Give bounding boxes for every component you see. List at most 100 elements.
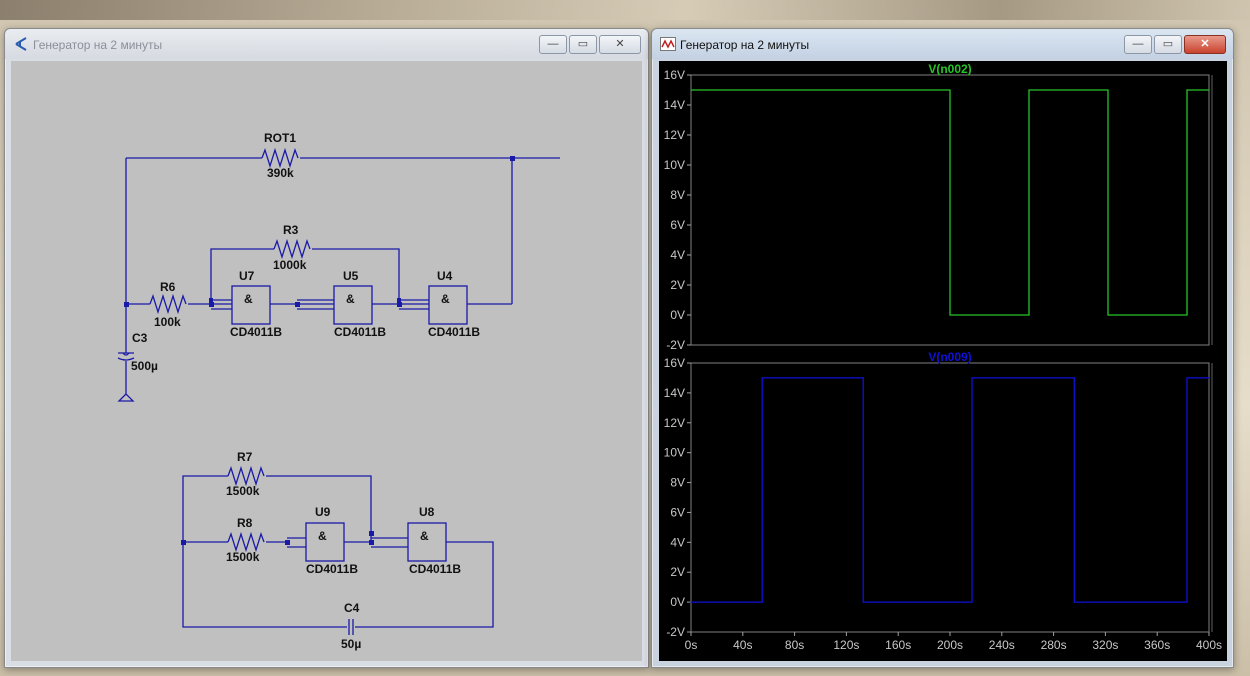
u4-label: U4 [437,269,453,283]
x-tick-label: 200s [937,638,963,652]
data-point [1028,314,1030,316]
r3-label: R3 [283,223,299,237]
x-tick-label: 160s [885,638,911,652]
schematic-app-icon [15,37,27,51]
y-tick-label: 12V [664,128,685,142]
y-tick-label: 16V [664,356,685,370]
waveform-window-title: Генератор на 2 минуты [680,38,810,52]
x-tick-label: 280s [1041,638,1067,652]
waveform-app-icon [660,37,676,51]
u5-gate-symbol: & [346,292,355,306]
rot1-label: ROT1 [264,131,296,145]
x-tick-label: 0s [685,638,698,652]
x-tick-label: 120s [833,638,859,652]
data-point [862,601,864,603]
y-tick-label: 8V [670,188,685,202]
r7-resistor[interactable] [227,465,265,487]
plot-frame [690,362,1210,633]
waveform-minimize-button[interactable]: — [1124,35,1152,54]
waveform-plot-area[interactable]: 16V 14V 12V 10V 8V 6V 4V 2V 0V -2V V(n002) 16V 14V 12… [659,61,1227,661]
schematic-maximize-button[interactable]: ▭ [569,35,597,54]
series-line [691,89,1209,316]
r3-value: 1000k [273,258,307,272]
y-tick-label: 8V [670,476,685,490]
trace-title: V(n002) [928,62,971,76]
schematic-drawing[interactable]: ROT1 390k R3 1000k R6 100k C3 500µ U7 CD… [11,61,642,661]
data-point [1073,377,1075,379]
data-point [971,601,973,603]
y-tick-label: 10V [664,446,685,460]
u8-gate-symbol: & [420,529,429,543]
data-point [690,601,692,603]
schematic-close-button[interactable]: ✕ [599,35,641,54]
data-point [690,89,692,91]
data-point [1186,601,1188,603]
y-tick-label: 6V [670,218,685,232]
wires [117,157,560,628]
x-tick-label: 240s [989,638,1015,652]
pane-1: 16V 14V 12V 10V 8V 6V 4V 2V 0V -2V V(n002) [664,62,1213,352]
waveform-maximize-button[interactable]: ▭ [1154,35,1182,54]
r3-resistor[interactable] [273,238,311,260]
u4-type: CD4011B [428,325,480,339]
y-tick-label: 6V [670,505,685,519]
u7-type: CD4011B [230,325,282,339]
schematic-minimize-button[interactable]: — [539,35,567,54]
data-point [761,601,763,603]
y-tick-label: 4V [670,248,685,262]
r7-value: 1500k [226,484,260,498]
y-tick-label: 2V [670,278,685,292]
c4-label: C4 [344,601,360,615]
y-tick-label: 10V [664,158,685,172]
data-point [1208,377,1210,379]
schematic-window-title: Генератор на 2 минуты [33,38,163,52]
data-point [1107,314,1109,316]
waveform-chart[interactable]: 16V 14V 12V 10V 8V 6V 4V 2V 0V -2V V(n002) 16V 14V 12… [659,61,1227,661]
x-tick-label: 40s [733,638,752,652]
y-tick-label: 4V [670,535,685,549]
r8-resistor[interactable] [227,531,265,553]
waveform-window[interactable]: Генератор на 2 минуты — ▭ ✕ 16V 14V 12V 10V… [651,28,1234,668]
x-tick-label: 80s [785,638,804,652]
rot1-resistor[interactable] [261,147,299,169]
data-point [1107,89,1109,91]
c4-capacitor[interactable] [348,619,354,635]
r6-resistor[interactable] [149,293,187,315]
u7-label: U7 [239,269,255,283]
u5-type: CD4011B [334,325,386,339]
schematic-canvas[interactable]: ROT1 390k R3 1000k R6 100k C3 500µ U7 CD… [11,61,642,661]
pane-2: 16V 14V 12V 10V 8V 6V 4V 2V 0V -2V0s 40s 80s 120s 160… [664,350,1222,652]
desktop-background [0,0,1250,20]
u9-gate-symbol: & [318,529,327,543]
trace-title: V(n009) [928,350,971,364]
u7-gate-symbol: & [244,292,253,306]
y-tick-label: 0V [670,595,685,609]
u5-label: U5 [343,269,359,283]
y-tick-label: 12V [664,416,685,430]
schematic-window[interactable]: Генератор на 2 минуты — ▭ ✕ ROT1 390k R3… [4,28,649,668]
data-point [862,377,864,379]
r8-label: R8 [237,516,253,530]
r6-label: R6 [160,280,176,294]
c3-label: C3 [132,331,148,345]
y-tick-label: 14V [664,386,685,400]
waveform-close-button[interactable]: ✕ [1184,35,1226,54]
data-point [949,89,951,91]
y-tick-label: 16V [664,68,685,82]
y-tick-label: 14V [664,98,685,112]
y-tick-label: -2V [666,625,685,639]
data-point [1073,601,1075,603]
x-tick-label: 360s [1144,638,1170,652]
data-point [761,377,763,379]
r8-value: 1500k [226,550,260,564]
data-point [1186,377,1188,379]
u9-label: U9 [315,505,331,519]
data-point [1028,89,1030,91]
data-point [1208,89,1210,91]
r6-value: 100k [154,315,181,329]
rot1-value: 390k [267,166,294,180]
c3-value: 500µ [131,359,158,373]
waveform-titlebar[interactable]: Генератор на 2 минуты — ▭ ✕ [652,29,1233,59]
schematic-titlebar[interactable]: Генератор на 2 минуты — ▭ ✕ [5,29,648,59]
y-tick-label: -2V [666,338,685,352]
